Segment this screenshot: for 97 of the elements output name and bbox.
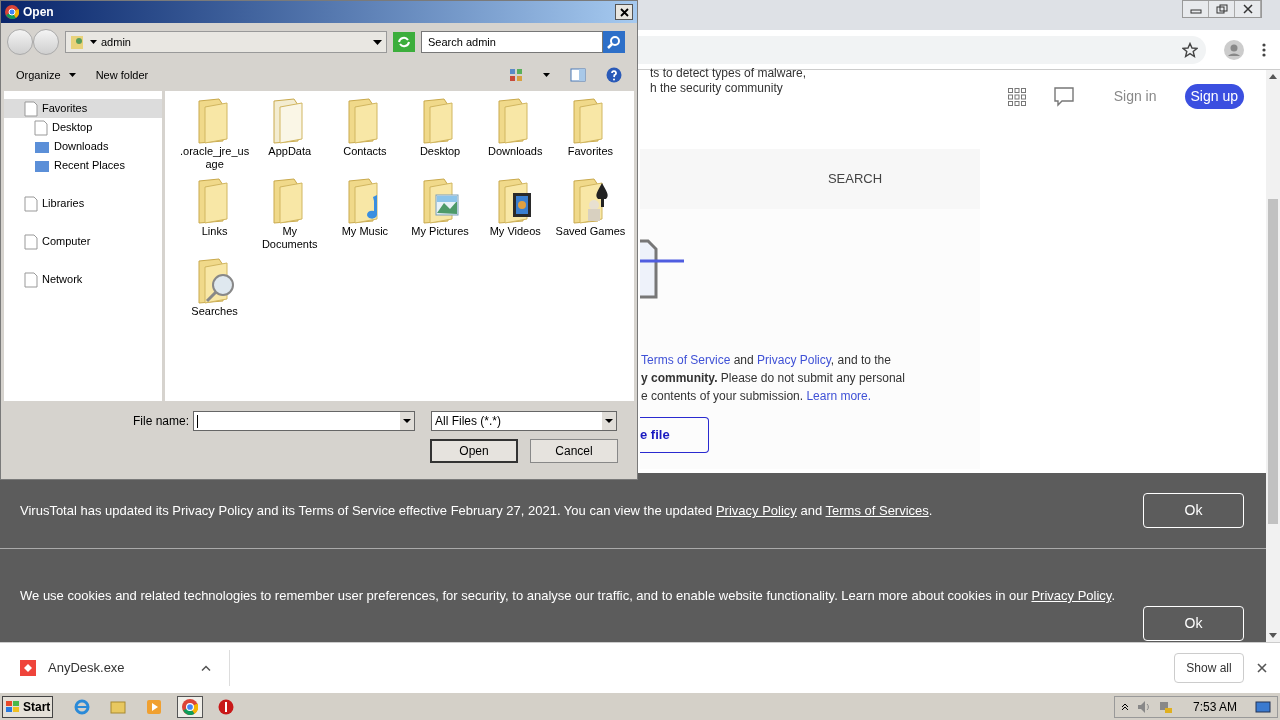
close-button[interactable]: [615, 4, 633, 20]
taskbar-app[interactable]: [177, 695, 204, 718]
link[interactable]: Learn more.: [806, 389, 872, 403]
folder-item[interactable]: My Videos: [477, 177, 553, 255]
folder-item[interactable]: .oracle_jre_usage: [177, 97, 253, 175]
notice-text: VirusTotal has updated its Privacy Policy and its Terms of Service effective February 27, 2021. You can view the updated Privacy Policy and Terms of Services.: [20, 502, 934, 520]
media-player-icon: [146, 698, 163, 715]
link[interactable]: Terms of Service: [641, 353, 731, 367]
nav-item[interactable]: Network: [4, 270, 162, 289]
terms-text: Terms of Service and Privacy Policy, and to the: [641, 352, 892, 369]
chrome-icon: [182, 698, 199, 715]
terms-text: e contents of your submission. Learn more.: [641, 388, 873, 405]
folder-item[interactable]: My Music: [327, 177, 403, 255]
close-icon: [619, 7, 629, 17]
dialog-button[interactable]: Cancel: [530, 439, 618, 463]
restore-icon: [1215, 4, 1228, 14]
refresh-icon: [397, 36, 411, 48]
document-icon: [24, 100, 38, 117]
link[interactable]: Privacy Policy: [757, 353, 831, 367]
show-all-button[interactable]: Show all: [1174, 652, 1244, 683]
close-icon[interactable]: [1257, 662, 1267, 673]
choose-file-button[interactable]: e file: [640, 417, 709, 453]
caret-icon: [68, 73, 76, 77]
nav-item[interactable]: Computer: [4, 232, 162, 251]
scrollbar-thumb[interactable]: [1268, 199, 1278, 524]
link[interactable]: Terms of Services: [825, 503, 929, 518]
window-title: Open: [23, 4, 55, 21]
search-field[interactable]: Search admin: [421, 31, 603, 53]
caret-icon: [90, 40, 97, 44]
upload-file-drawing: [640, 239, 684, 299]
search-tab[interactable]: SEARCH: [780, 169, 930, 189]
show-desktop-icon[interactable]: [1255, 699, 1271, 714]
folder-item[interactable]: Desktop: [402, 97, 478, 175]
nav-item[interactable]: Libraries: [4, 194, 162, 213]
ok-button[interactable]: Ok: [1143, 493, 1244, 528]
chevron-up-icon[interactable]: [201, 664, 211, 671]
caret-icon: [373, 39, 382, 45]
intro-text: h the security community: [650, 80, 784, 97]
folder-item[interactable]: AppData: [252, 97, 328, 175]
folder-item[interactable]: Downloads: [477, 97, 553, 175]
terms-text: y community. Please do not submit any personal: [641, 370, 906, 387]
folder-item[interactable]: Contacts: [327, 97, 403, 175]
download-item[interactable]: AnyDesk.exe: [0, 649, 230, 686]
file-name-label: File name:: [132, 413, 189, 430]
apps-grid-icon[interactable]: [1007, 87, 1026, 106]
stop-icon: [218, 698, 235, 715]
globe-icon: [74, 698, 91, 715]
dialog-button[interactable]: Open: [430, 439, 518, 463]
caret-icon[interactable]: [543, 73, 550, 77]
nav-item[interactable]: Recent Places: [4, 156, 162, 175]
clock: 7:53 AM: [1192, 698, 1237, 716]
address-field[interactable]: admin: [65, 31, 387, 53]
file-type-select[interactable]: All Files (*.*): [431, 411, 617, 431]
view-icon[interactable]: [509, 68, 523, 82]
document-icon: [34, 119, 48, 136]
folder-item[interactable]: Searches: [177, 257, 253, 335]
nav-item[interactable]: Downloads: [4, 137, 162, 156]
dropdown-icon: [400, 412, 414, 430]
scroll-down-icon[interactable]: [1269, 633, 1277, 638]
search-icon: [607, 35, 621, 49]
folder-item[interactable]: Links: [177, 177, 253, 255]
close-icon: [1241, 4, 1254, 14]
toolbar-button[interactable]: Organize: [16, 66, 76, 84]
scroll-up-icon[interactable]: [1269, 74, 1277, 79]
preview-pane-icon[interactable]: [570, 68, 586, 82]
folder-item[interactable]: My Pictures: [402, 177, 478, 255]
chevron-up-icon[interactable]: [1120, 702, 1129, 711]
user-folder-icon: [70, 34, 86, 50]
sign-up-button[interactable]: Sign up: [1184, 84, 1244, 109]
chrome-icon: [5, 5, 19, 19]
menu-icon[interactable]: [1262, 42, 1266, 57]
nav-item[interactable]: Desktop: [4, 118, 162, 137]
scrollbar[interactable]: [1266, 70, 1280, 642]
search-button[interactable]: [603, 31, 625, 53]
file-name-field[interactable]: [193, 411, 415, 431]
nav-item[interactable]: Favorites: [4, 99, 162, 118]
document-icon: [24, 271, 38, 288]
chat-icon[interactable]: [1053, 86, 1074, 107]
anydesk-icon: [20, 659, 36, 676]
sign-in-link[interactable]: Sign in: [1113, 86, 1157, 107]
intro-text: ts to detect types of malware,: [650, 65, 808, 82]
star-icon[interactable]: [1182, 41, 1198, 58]
folder-item[interactable]: Favorites: [552, 97, 628, 175]
folder-item[interactable]: My Documents: [252, 177, 328, 255]
document-icon: [24, 233, 38, 250]
notice-text: We use cookies and related technologies to remember user preferences, for security, to analyse our traffic, and to enable website functionality. Learn more about cookies in our Privacy Policy.: [20, 587, 1115, 605]
document-icon: [24, 195, 38, 212]
dropdown-icon: [602, 412, 616, 430]
folder-item[interactable]: Saved Games: [552, 177, 628, 255]
start-button[interactable]: Start: [2, 695, 54, 718]
toolbar-button[interactable]: New folder: [95, 66, 149, 84]
windows-logo-icon: [5, 699, 21, 714]
help-icon[interactable]: [606, 67, 622, 83]
refresh-button[interactable]: [393, 32, 415, 52]
link[interactable]: Privacy Policy: [715, 503, 797, 518]
avatar-icon[interactable]: [1224, 39, 1244, 60]
ok-button[interactable]: Ok: [1143, 606, 1244, 641]
